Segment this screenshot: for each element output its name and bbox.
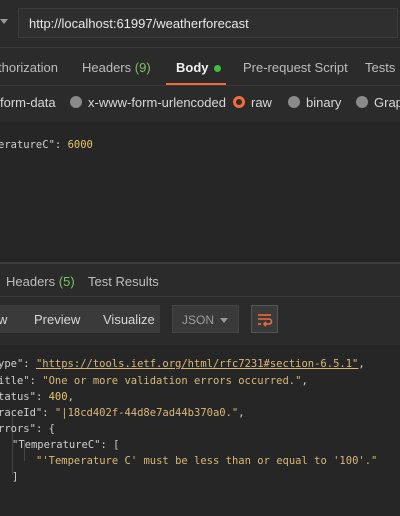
headers-count: (9) (134, 60, 151, 75)
radio-x-www-form-urlencoded-label[interactable]: x-www-form-urlencoded (88, 95, 226, 110)
divider (0, 296, 400, 297)
format-select[interactable]: JSON (172, 305, 239, 333)
radio-form-data-label[interactable]: form-data (0, 95, 56, 110)
json-line-temperature: "TemperatureC": [ (12, 439, 120, 451)
wrap-icon (258, 314, 273, 327)
json-line-trace-id: raceId": "|18cd402f-44d8e7ad44b370a0.", (0, 407, 245, 419)
response-tabs: Headers (5) Test Results (0, 266, 400, 294)
view-visualize-button[interactable]: Visualize (103, 312, 155, 327)
divider (0, 85, 400, 86)
response-headers-count: (5) (58, 274, 75, 289)
url-text: http://localhost:61997/weatherforecast (29, 16, 249, 31)
json-line-errors: rrors": { (0, 423, 55, 435)
json-line-status: tatus": 400, (0, 391, 74, 403)
radio-raw-label[interactable]: raw (251, 95, 272, 110)
body-status-dot (213, 65, 221, 73)
radio-graphql[interactable] (356, 96, 368, 108)
request-tabs: thorization Headers (9) Body Pre-request… (0, 52, 400, 85)
radio-raw[interactable] (233, 96, 245, 108)
tab-pre-request-script[interactable]: Pre-request Script (243, 60, 348, 75)
url-bar: http://localhost:61997/weatherforecast (0, 0, 400, 47)
format-select-value: JSON (182, 313, 215, 327)
pane-splitter[interactable] (0, 262, 400, 264)
radio-x-www-form-urlencoded[interactable] (70, 96, 82, 108)
json-line-title: itle": "One or more validation errors oc… (0, 375, 308, 387)
response-tab-headers[interactable]: Headers (5) (6, 274, 75, 289)
radio-binary[interactable] (288, 96, 300, 108)
radio-graphql-label[interactable]: Grap (374, 95, 400, 110)
json-line-temperature-close: ] (12, 471, 19, 483)
view-mode-group: w Preview Visualize (0, 305, 160, 333)
json-line-type: ype": "https://tools.ietf.org/html/rfc72… (0, 358, 365, 370)
body-type-options: form-data x-www-form-urlencoded raw bina… (0, 90, 400, 116)
response-body[interactable]: ype": "https://tools.ietf.org/html/rfc72… (0, 345, 400, 516)
json-line-message: "'Temperature C' must be less than or eq… (36, 455, 378, 467)
response-view-bar: w Preview Visualize JSON (0, 300, 400, 340)
tab-headers[interactable]: Headers (9) (82, 60, 151, 75)
url-input[interactable]: http://localhost:61997/weatherforecast (18, 8, 398, 38)
divider (0, 47, 400, 48)
chevron-down-icon (220, 318, 228, 323)
tab-authorization[interactable]: thorization (0, 60, 58, 75)
request-body-line: eratureC": 6000 (0, 139, 93, 151)
tab-tests[interactable]: Tests (365, 60, 395, 75)
tab-body[interactable]: Body (176, 60, 221, 75)
request-body-editor[interactable]: eratureC": 6000 (0, 122, 400, 262)
wrap-lines-button[interactable] (251, 305, 278, 333)
chevron-down-icon[interactable] (0, 19, 8, 24)
radio-binary-label[interactable]: binary (306, 95, 341, 110)
view-preview-button[interactable]: Preview (34, 312, 80, 327)
response-tab-test-results[interactable]: Test Results (88, 274, 159, 289)
type-link[interactable]: "https://tools.ietf.org/html/rfc7231#sec… (36, 358, 358, 370)
view-pretty-button[interactable]: w (0, 312, 7, 327)
